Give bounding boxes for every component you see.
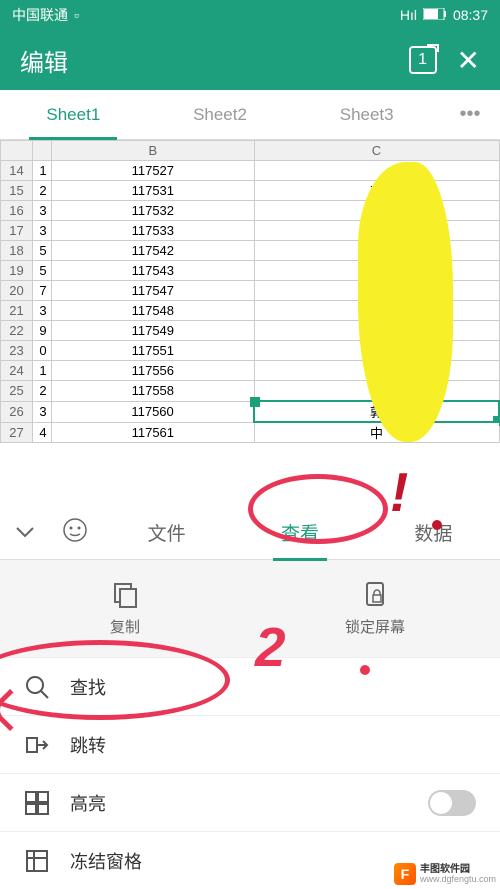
header-title: 编辑 [20, 43, 409, 78]
sim-icon: ▫ [74, 7, 79, 23]
jump-button[interactable]: 跳转 [0, 715, 500, 773]
carrier-label: 中国联通 [12, 5, 68, 25]
find-button[interactable]: 查找 [0, 657, 500, 715]
status-bar: 中国联通 ▫ Hıl 08:37 [0, 0, 500, 30]
tab-more-icon[interactable]: ••• [440, 103, 500, 126]
jump-icon [24, 732, 50, 758]
yellow-annotation [358, 162, 453, 442]
panel-tab-data[interactable]: 数据 [367, 504, 500, 561]
col-header-c[interactable]: C [254, 141, 499, 161]
lock-screen-button[interactable]: 锁定屏幕 [250, 580, 500, 637]
time-label: 08:37 [453, 7, 488, 23]
sheet-tabs: Sheet1 Sheet2 Sheet3 ••• [0, 90, 500, 140]
freeze-icon [24, 848, 50, 874]
highlight-switch[interactable] [428, 790, 476, 816]
bottom-panel: 文件 查看 数据 复制 锁定屏幕 查找 跳转 高亮 冻结窗格 [0, 505, 500, 889]
close-button[interactable]: ✕ [457, 44, 480, 77]
watermark: F 丰图软件园 www.dgfengtu.com [394, 863, 496, 885]
col-header-b[interactable]: B [52, 141, 254, 161]
panel-tab-file[interactable]: 文件 [100, 504, 233, 561]
panel-list: 查找 跳转 高亮 冻结窗格 [0, 657, 500, 889]
battery-icon [423, 7, 447, 23]
search-icon [24, 674, 50, 700]
copy-button[interactable]: 复制 [0, 580, 250, 637]
highlight-icon [24, 790, 50, 816]
watermark-logo-icon: F [394, 863, 416, 885]
app-header: 编辑 1 ✕ [0, 30, 500, 90]
assistant-icon[interactable] [50, 517, 100, 548]
panel-tab-view[interactable]: 查看 [233, 504, 366, 561]
tab-count-button[interactable]: 1 [409, 46, 437, 74]
spreadsheet[interactable]: BC 141117527152117531荀163117532173117533… [0, 140, 500, 443]
lock-icon [361, 580, 389, 608]
tab-sheet3[interactable]: Sheet3 [293, 91, 440, 139]
tab-sheet2[interactable]: Sheet2 [147, 91, 294, 139]
collapse-icon[interactable] [0, 521, 50, 544]
watermark-name: 丰图软件园 [420, 864, 496, 875]
copy-icon [111, 580, 139, 608]
corner-cell[interactable] [1, 141, 33, 161]
signal-icon: Hıl [400, 7, 417, 23]
highlight-toggle[interactable]: 高亮 [0, 773, 500, 831]
tab-sheet1[interactable]: Sheet1 [0, 91, 147, 139]
panel-tabs: 文件 查看 数据 [0, 505, 500, 560]
watermark-url: www.dgfengtu.com [420, 875, 496, 885]
panel-top-actions: 复制 锁定屏幕 [0, 560, 500, 657]
